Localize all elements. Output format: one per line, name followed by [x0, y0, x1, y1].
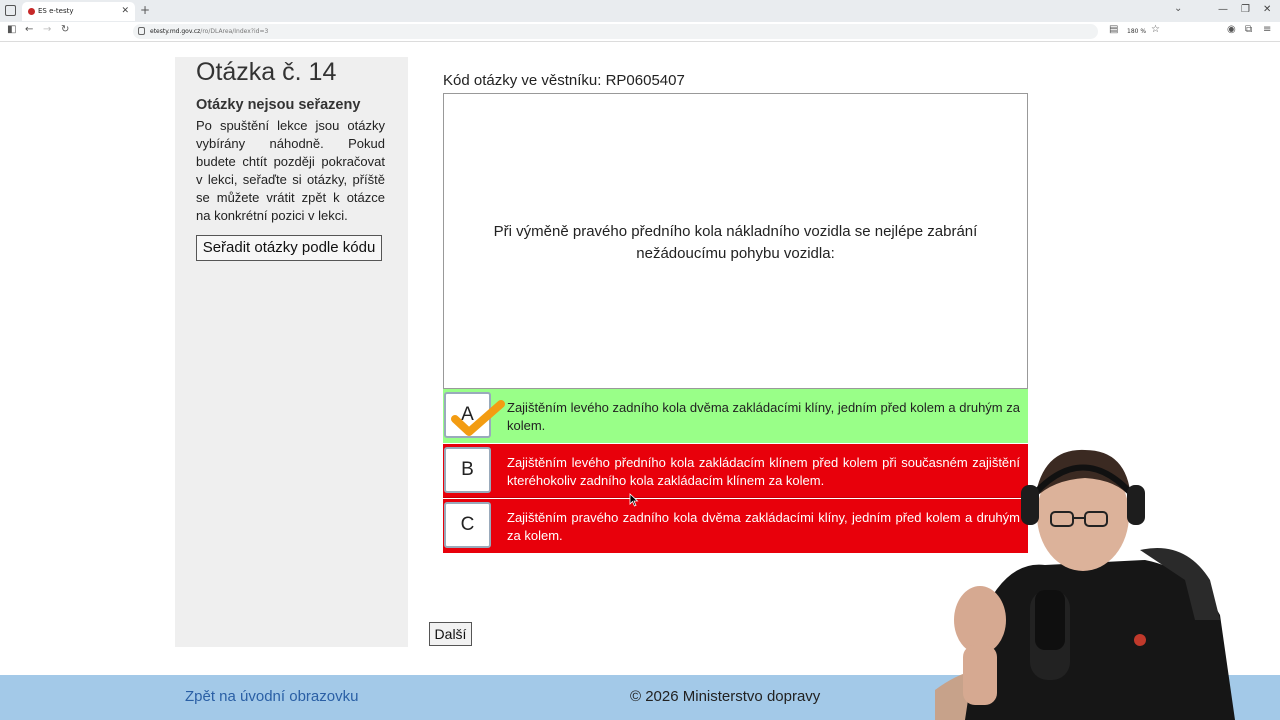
restore-icon[interactable]: ❐ — [1241, 4, 1250, 15]
answer-text: Zajištěním levého zadního kola dvěma zak… — [507, 400, 1020, 433]
question-box: Při výměně pravého předního kola nákladn… — [443, 93, 1028, 389]
url-field[interactable]: etesty.md.gov.cz/ro/DLArea/Index?id=3 — [133, 24, 1098, 39]
tab-list-icon[interactable] — [5, 5, 16, 16]
question-text: Při výměně pravého předního kola nákladn… — [493, 223, 978, 262]
answer-letter: C — [444, 502, 491, 548]
webcam-overlay — [935, 449, 1235, 720]
close-tab-icon[interactable]: ✕ — [121, 2, 129, 21]
site-favicon-icon — [28, 8, 35, 15]
zoom-level[interactable]: 180 % — [1127, 25, 1146, 38]
tab-menu-chevron-icon[interactable]: ⌄ — [1174, 3, 1182, 14]
back-arrow-icon[interactable]: ← — [25, 24, 33, 35]
copyright-text: © 2026 Ministerstvo dopravy — [630, 688, 821, 705]
sort-by-code-button[interactable]: Seřadit otázky podle kódu — [196, 235, 382, 261]
browser-tab[interactable]: ES e-testy ✕ — [22, 2, 135, 21]
sort-description: Po spuštění lekce jsou otázky vybírány n… — [196, 118, 385, 223]
back-to-home-link[interactable]: Zpět na úvodní obrazovku — [185, 688, 358, 705]
extensions-icon[interactable]: ⧉ — [1245, 24, 1252, 35]
lock-icon — [138, 27, 145, 35]
window-close-icon[interactable]: ✕ — [1263, 4, 1271, 15]
reader-view-icon[interactable]: ▤ — [1109, 24, 1118, 35]
menu-icon[interactable]: ≡ — [1263, 24, 1271, 35]
next-button[interactable]: Další — [429, 622, 472, 646]
minimize-icon[interactable]: — — [1218, 4, 1228, 15]
question-code: Kód otázky ve věstníku: RP0605407 — [443, 72, 685, 89]
tab-title: ES e-testy — [38, 7, 74, 15]
sidebar-toggle-icon[interactable]: ◧ — [7, 24, 16, 35]
sort-status-heading: Otázky nejsou seřazeny — [196, 97, 361, 113]
question-number-title: Otázka č. 14 — [196, 58, 337, 86]
reload-icon[interactable]: ↻ — [61, 24, 69, 35]
address-bar-row: ◧ ← → ↻ etesty.md.gov.cz/ro/DLArea/Index… — [0, 22, 1280, 42]
answer-option-a[interactable]: A Zajištěním levého zadního kola dvěma z… — [443, 389, 1028, 443]
mouse-cursor-icon — [629, 493, 639, 507]
forward-arrow-icon[interactable]: → — [43, 24, 51, 35]
new-tab-icon[interactable]: + — [140, 3, 150, 17]
url-host: etesty.md.gov.cz — [150, 28, 201, 35]
correct-checkmark-icon — [451, 400, 505, 436]
url-path: /ro/DLArea/Index?id=3 — [200, 28, 269, 35]
bookmark-star-icon[interactable]: ☆ — [1151, 24, 1160, 35]
account-icon[interactable]: ◉ — [1227, 24, 1236, 35]
browser-tab-bar: ES e-testy ✕ + ⌄ — ❐ ✕ — [0, 0, 1280, 22]
answer-letter: B — [444, 447, 491, 493]
